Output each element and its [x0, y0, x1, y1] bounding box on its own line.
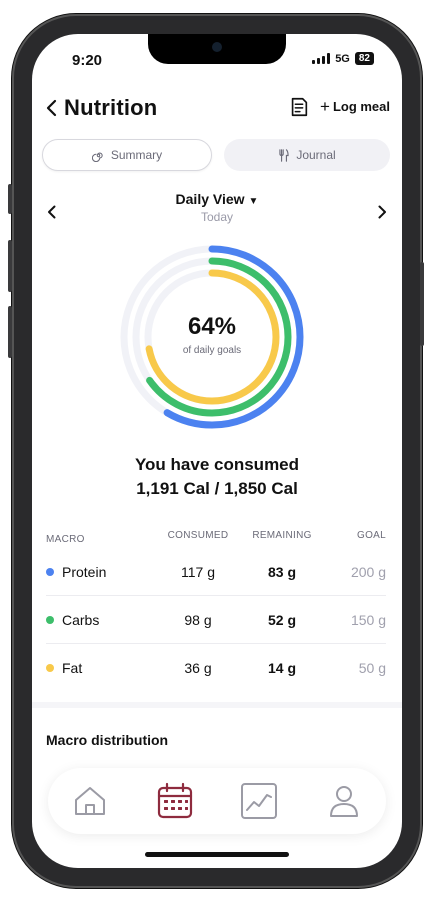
nav-progress[interactable]: [237, 779, 281, 823]
table-row: Fat 36 g 14 g 50 g: [46, 644, 386, 692]
daily-view-label: Daily View: [175, 191, 245, 207]
home-icon: [75, 787, 106, 815]
tab-journal[interactable]: Journal: [224, 139, 390, 171]
spiral-icon: [91, 152, 103, 162]
chart-icon: [241, 783, 278, 819]
consumed-value: 98 g: [184, 611, 212, 628]
view-tabs: Summary Journal: [42, 139, 390, 171]
camera: [212, 42, 222, 52]
table-row: Carbs 98 g 52 g 150 g: [46, 596, 386, 644]
nav-profile[interactable]: [322, 779, 366, 823]
home-indicator: [145, 852, 289, 857]
goal-value: 200 g: [350, 563, 386, 580]
fork-knife-icon: [279, 148, 289, 162]
profile-icon: [329, 786, 358, 817]
status-time: 9:20: [72, 52, 103, 69]
page-title: Nutrition: [64, 95, 158, 120]
consumed-value: 36 g: [184, 660, 212, 676]
table-row: Protein 117 g 83 g 200 g: [46, 548, 386, 596]
notes-icon[interactable]: [288, 96, 310, 118]
fat-color-dot: [46, 664, 54, 672]
macro-name: Protein: [62, 563, 107, 580]
consumed-calories: 1,191 Cal / 1,850 Cal: [136, 479, 298, 498]
phone-volume-down-button: [8, 306, 12, 358]
tab-journal-label: Journal: [296, 148, 336, 162]
back-arrow-icon[interactable]: [40, 96, 64, 120]
macro-name: Carbs: [62, 611, 100, 628]
header: Nutrition + Log meal: [32, 92, 402, 124]
next-day-arrow-icon[interactable]: [372, 202, 392, 222]
remaining-value: 83 g: [267, 563, 296, 580]
app-screen: 9:20 5G 82 Nutrition + Log meal Summary: [32, 34, 402, 868]
daily-view-dropdown[interactable]: Daily View ▼: [32, 191, 402, 207]
notch: [148, 34, 286, 64]
signal-icon: [312, 53, 331, 64]
goal-value: 50 g: [358, 660, 386, 676]
macro-distribution-title: Macro distribution: [46, 732, 169, 748]
phone-power-button: [420, 262, 424, 346]
carbs-color-dot: [46, 615, 54, 624]
status-indicators: 5G 82: [312, 52, 374, 65]
caret-down-icon: ▼: [248, 196, 259, 207]
remaining-value: 52 g: [267, 611, 296, 628]
consumed-heading: You have consumed: [134, 455, 300, 474]
macro-table: MACRO CONSUMED REMAINING GOAL Protein 11…: [46, 530, 386, 692]
plus-icon: +: [320, 97, 330, 116]
goal-percentage: 64%: [187, 312, 237, 340]
phone-volume-up-button: [8, 240, 12, 292]
header-remaining: REMAINING: [252, 530, 312, 541]
header-goal: GOAL: [357, 530, 386, 541]
phone-action-button: [8, 184, 12, 214]
date-sublabel: Today: [200, 210, 234, 224]
macro-table-header: MACRO CONSUMED REMAINING GOAL: [46, 530, 386, 548]
battery-icon: 82: [354, 52, 374, 65]
log-meal-label: Log meal: [332, 99, 391, 114]
header-macro: MACRO: [46, 533, 85, 545]
remaining-value: 14 g: [267, 660, 296, 676]
goal-value: 150 g: [350, 611, 386, 628]
section-divider: [32, 702, 402, 708]
tab-summary-label: Summary: [110, 148, 163, 162]
calendar-icon: [157, 782, 192, 819]
nav-calendar[interactable]: [153, 779, 197, 823]
macro-name: Fat: [62, 660, 83, 676]
bottom-nav: [48, 768, 386, 834]
goal-percentage-label: of daily goals: [182, 344, 242, 356]
protein-color-dot: [46, 567, 54, 576]
network-label: 5G: [335, 52, 350, 65]
header-consumed: CONSUMED: [167, 530, 229, 541]
ring-center: 64% of daily goals: [117, 242, 307, 432]
calories-consumed: You have consumed 1,191 Cal / 1,850 Cal: [32, 453, 402, 501]
log-meal-button[interactable]: + Log meal: [320, 97, 391, 116]
nav-home[interactable]: [68, 779, 112, 823]
consumed-value: 117 g: [181, 563, 215, 580]
tab-summary[interactable]: Summary: [42, 139, 212, 171]
